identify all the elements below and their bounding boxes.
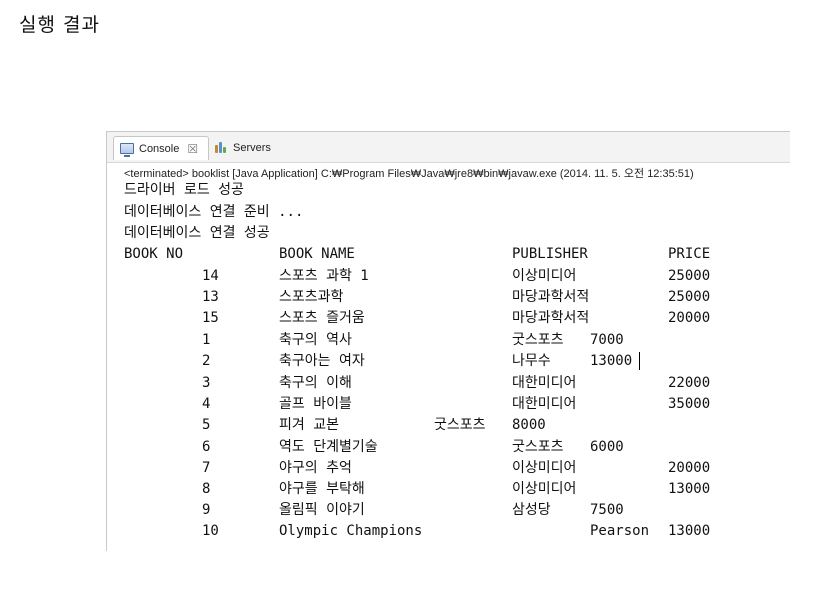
cell-publisher: 마당과학서적: [512, 289, 590, 305]
cell-book-no: 10: [202, 523, 219, 539]
cell-book-no: 2: [202, 353, 211, 369]
tab-console-label: Console: [139, 142, 180, 155]
cell-price: 7500: [590, 502, 624, 518]
cell-book-name: 축구의 이해: [279, 375, 352, 391]
cell-price: 6000: [590, 439, 624, 455]
cell-price: 13000: [590, 353, 633, 369]
servers-icon: [215, 142, 229, 154]
log-line: 데이터베이스 연결 성공: [124, 225, 270, 241]
cell-book-no: 14: [202, 268, 219, 284]
cell-publisher: 이상미디어: [512, 268, 577, 284]
cell-publisher: 나무수: [512, 353, 551, 369]
column-header-publisher: PUBLISHER: [512, 246, 588, 262]
column-header-price: PRICE: [668, 246, 711, 262]
cell-price: 35000: [668, 396, 711, 412]
cell-price: 20000: [668, 460, 711, 476]
tab-servers[interactable]: Servers: [213, 136, 271, 160]
cell-book-no: 6: [202, 439, 211, 455]
cell-price: 13000: [668, 523, 711, 539]
cell-book-no: 4: [202, 396, 211, 412]
tab-console[interactable]: Console ☒: [113, 136, 209, 160]
cell-book-name: 피겨 교본: [279, 417, 339, 433]
cell-book-name: 올림픽 이야기: [279, 502, 365, 518]
cell-book-no: 3: [202, 375, 211, 391]
tab-servers-label: Servers: [233, 142, 271, 154]
cell-book-no: 15: [202, 310, 219, 326]
cell-price: 8000: [512, 417, 546, 433]
cell-book-no: 5: [202, 417, 211, 433]
cell-publisher: 이상미디어: [512, 481, 577, 497]
cell-publisher: 굿스포츠: [512, 332, 564, 348]
cell-book-name: 야구를 부탁해: [279, 481, 365, 497]
cell-book-name: 스포츠 즐거움: [279, 310, 365, 326]
page-heading: 실행 결과: [19, 14, 100, 36]
log-line: 드라이버 로드 성공: [124, 182, 244, 198]
cell-publisher: 굿스포츠: [512, 439, 564, 455]
console-icon: [120, 143, 134, 157]
cell-book-name: 스포츠 과학 1: [279, 268, 369, 284]
cell-publisher: 마당과학서적: [512, 310, 590, 326]
column-header-book-name: BOOK NAME: [279, 246, 355, 262]
cell-book-name: 역도 단계별기술: [279, 439, 378, 455]
cell-price: 13000: [668, 481, 711, 497]
cell-price: 25000: [668, 268, 711, 284]
cell-publisher: Pearson: [590, 523, 650, 539]
cell-book-name: 축구아는 여자: [279, 353, 365, 369]
cell-price: 20000: [668, 310, 711, 326]
cell-book-no: 7: [202, 460, 211, 476]
cell-book-no: 8: [202, 481, 211, 497]
cell-publisher: 이상미디어: [512, 460, 577, 476]
console-status-line: <terminated> booklist [Java Application]…: [124, 168, 694, 180]
cell-book-name: 축구의 역사: [279, 332, 352, 348]
close-icon[interactable]: ☒: [187, 143, 198, 155]
cell-book-no: 13: [202, 289, 219, 305]
cell-publisher: 삼성당: [512, 502, 551, 518]
text-cursor: [639, 352, 640, 370]
cell-publisher: 대한미디어: [512, 396, 577, 412]
cell-book-name: 스포츠과학: [279, 289, 344, 305]
cell-price: 22000: [668, 375, 711, 391]
cell-price: 7000: [590, 332, 624, 348]
cell-book-name: 골프 바이블: [279, 396, 352, 412]
cell-price: 25000: [668, 289, 711, 305]
cell-publisher: 대한미디어: [512, 375, 577, 391]
cell-book-no: 9: [202, 502, 211, 518]
view-tab-bar: Console ☒ Servers: [107, 132, 790, 163]
cell-book-name: Olympic Champions: [279, 523, 423, 539]
cell-publisher: 굿스포츠: [434, 417, 486, 433]
column-header-book-no: BOOK NO: [124, 246, 184, 262]
cell-book-no: 1: [202, 332, 211, 348]
log-line: 데이터베이스 연결 준비 ...: [124, 204, 304, 220]
cell-book-name: 야구의 추억: [279, 460, 352, 476]
